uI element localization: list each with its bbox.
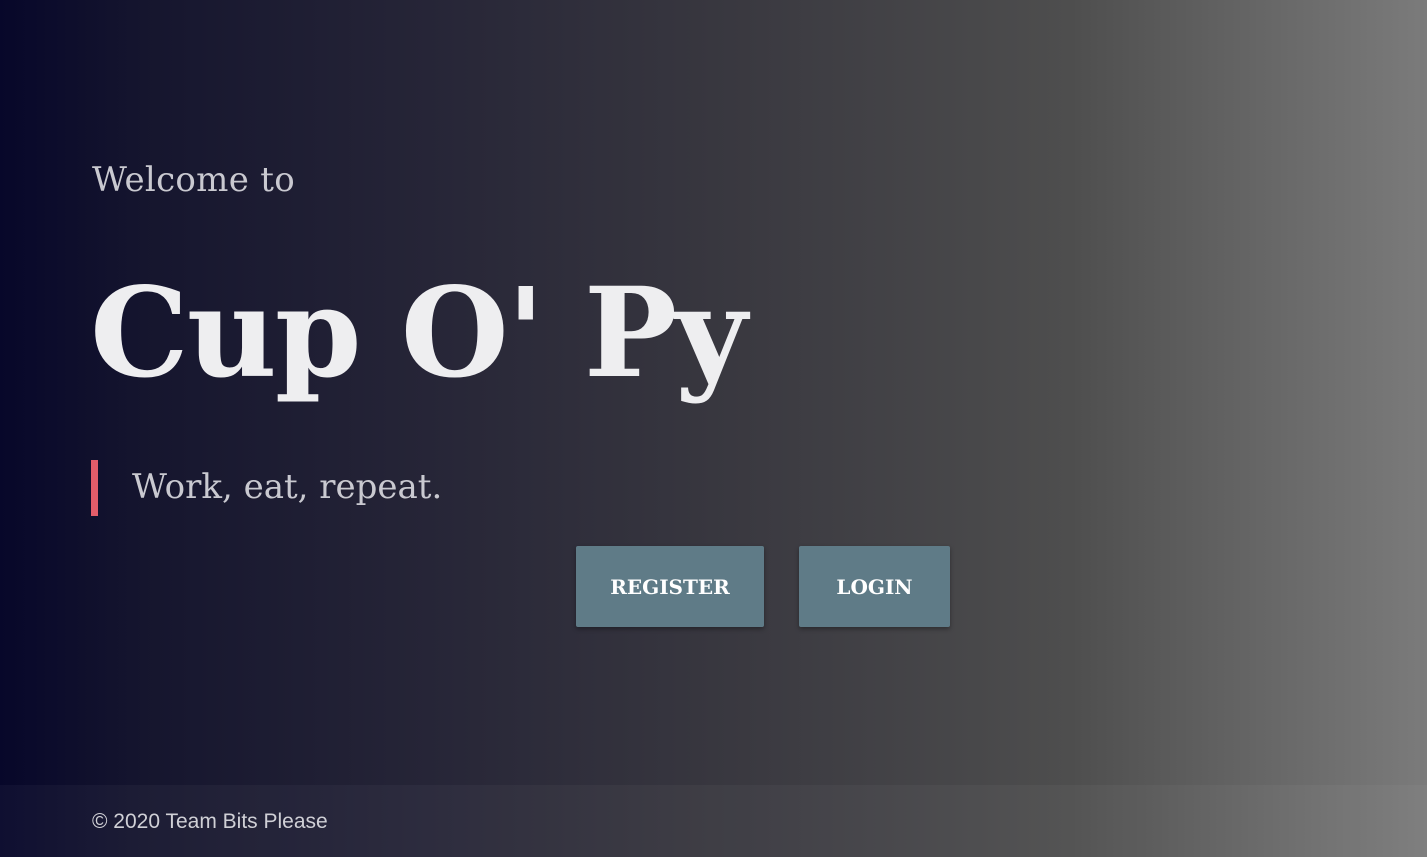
login-button[interactable]: LOGIN [799,546,950,627]
app-title: Cup O' Py [90,261,747,406]
copyright-text: © 2020 Team Bits Please [92,810,328,833]
tagline: Work, eat, repeat. [132,467,443,507]
register-button[interactable]: REGISTER [576,546,764,627]
welcome-text: Welcome to [92,160,295,200]
tagline-accent-bar [91,460,98,516]
hero-section: Welcome to Cup O' Py Work, eat, repeat. … [0,0,1427,785]
footer: © 2020 Team Bits Please [0,785,1427,857]
